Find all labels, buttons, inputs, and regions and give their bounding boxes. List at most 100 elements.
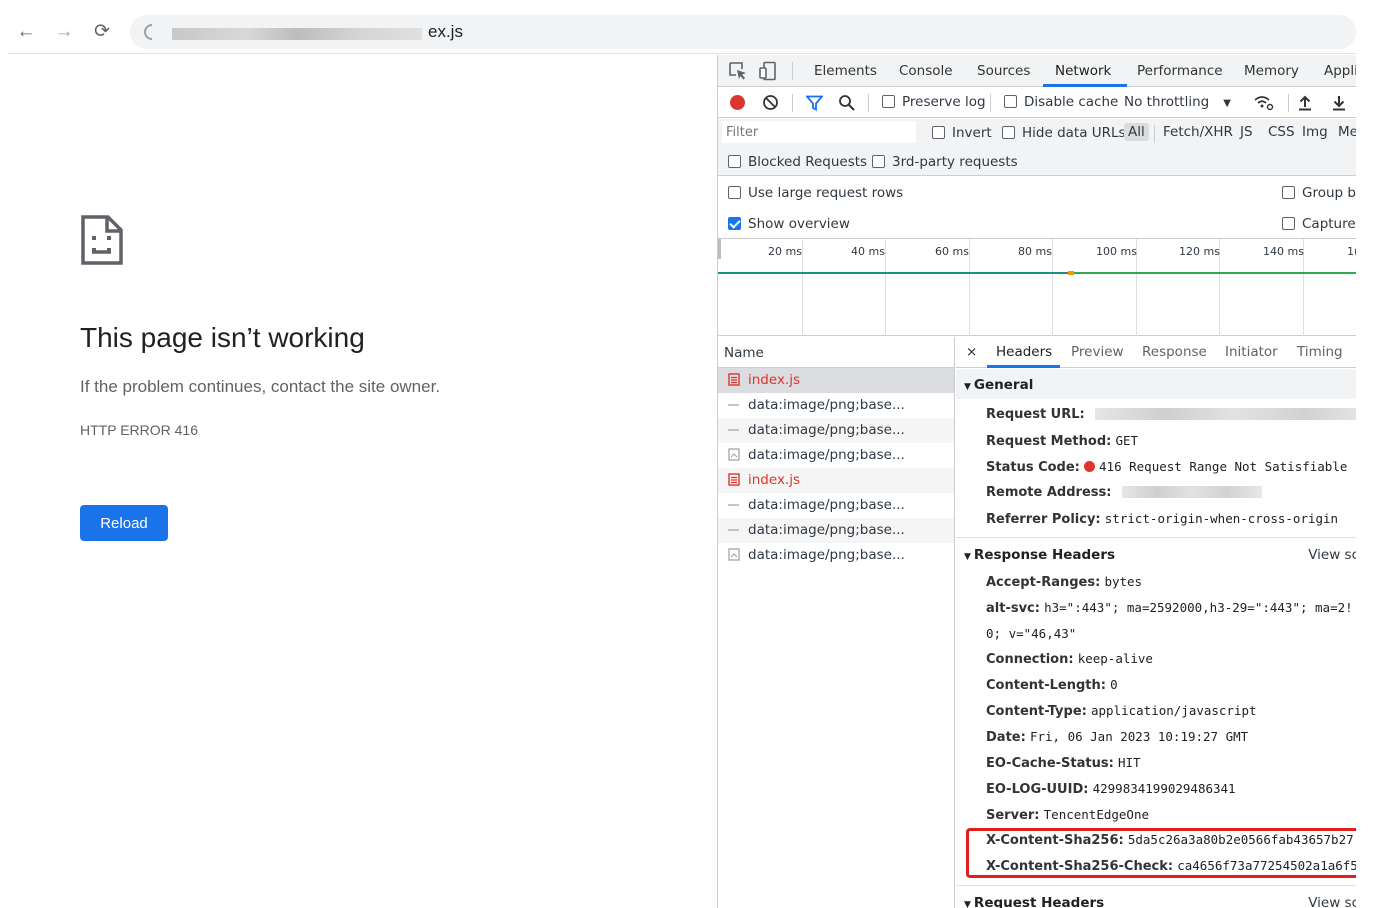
large-rows-checkbox[interactable]: Use large request rows	[728, 185, 903, 201]
error-message: If the problem continues, contact the si…	[80, 377, 441, 396]
site-info-icon[interactable]	[144, 24, 152, 40]
timeline-tick: 40 ms	[851, 245, 885, 258]
address-bar[interactable]: ex.js	[130, 15, 1356, 49]
export-har-icon[interactable]	[1332, 94, 1346, 111]
close-icon[interactable]: ×	[966, 344, 977, 360]
type-filter-img[interactable]: Img	[1298, 123, 1332, 141]
show-overview-checkbox[interactable]: Show overview	[728, 216, 850, 232]
inspect-element-icon[interactable]	[728, 61, 748, 81]
request-row[interactable]: index.js	[718, 468, 954, 493]
header-row: EO-LOG-UUID: 4299834199029486341	[986, 781, 1236, 797]
clear-icon[interactable]	[762, 94, 779, 111]
request-row[interactable]: data:image/png;base...	[718, 443, 954, 468]
view-source-link[interactable]: View sc	[1308, 547, 1356, 563]
header-row: Server: TencentEdgeOne	[986, 807, 1149, 823]
header-row: Date: Fri, 06 Jan 2023 10:19:27 GMT	[986, 729, 1249, 745]
invert-checkbox[interactable]: Invert	[932, 125, 992, 141]
header-row: Accept-Ranges: bytes	[986, 574, 1143, 590]
image-icon	[728, 423, 740, 436]
devtools-panel: Elements Console Sources Network Perform…	[717, 55, 1356, 908]
tab-application[interactable]: Appli	[1324, 63, 1356, 79]
request-headers-section-header[interactable]: ▼ Request Headers View sc	[956, 887, 1356, 908]
search-icon[interactable]	[838, 94, 855, 111]
script-error-icon	[728, 373, 740, 386]
request-row[interactable]: index.js	[718, 368, 954, 393]
image-icon	[728, 523, 740, 536]
url-text: ex.js	[428, 22, 463, 41]
header-row: Connection: keep-alive	[986, 651, 1153, 667]
tab-elements[interactable]: Elements	[814, 63, 877, 79]
tab-initiator[interactable]: Initiator	[1225, 344, 1278, 360]
tab-sources[interactable]: Sources	[977, 63, 1030, 79]
header-row: Content-Type: application/javascript	[986, 703, 1257, 719]
timeline-tick: 80 ms	[1018, 245, 1052, 258]
type-filter-fetch-xhr[interactable]: Fetch/XHR	[1159, 123, 1237, 141]
blocked-requests-checkbox[interactable]: Blocked Requests	[728, 154, 867, 170]
filter-input[interactable]	[722, 121, 916, 143]
document-icon	[728, 548, 740, 561]
response-headers-section-header[interactable]: ▼ Response Headers View sc	[956, 539, 1356, 569]
capture-screenshots-checkbox[interactable]: Capture	[1282, 216, 1356, 232]
request-row[interactable]: data:image/png;base...	[718, 493, 954, 518]
third-party-checkbox[interactable]: 3rd-party requests	[872, 154, 1018, 170]
tab-performance[interactable]: Performance	[1137, 63, 1223, 79]
tab-console[interactable]: Console	[899, 63, 953, 79]
timeline-bar	[718, 272, 1068, 274]
network-settings: Use large request rows Group by Show ove…	[718, 177, 1356, 239]
redacted-value	[1121, 486, 1262, 498]
name-column-header[interactable]: Name	[718, 337, 954, 368]
request-row[interactable]: data:image/png;base...	[718, 393, 954, 418]
triangle-down-icon: ▼	[964, 552, 971, 562]
status-error-icon	[1084, 461, 1096, 472]
throttling-select[interactable]: No throttling ▼	[1124, 94, 1231, 110]
tab-memory[interactable]: Memory	[1244, 63, 1299, 79]
timeline-tick: 20 ms	[768, 245, 802, 258]
error-title: This page isn’t working	[80, 322, 365, 353]
chevron-down-icon: ▼	[1223, 98, 1231, 109]
tab-headers[interactable]: Headers	[996, 344, 1052, 360]
active-tab-indicator	[987, 365, 1060, 368]
type-filter-css[interactable]: CSS	[1264, 123, 1299, 141]
reload-button[interactable]: Reload	[80, 505, 168, 541]
image-icon	[728, 398, 740, 411]
details-tab-bar: × Headers Preview Response Initiator Tim…	[956, 337, 1356, 368]
timeline-tick: 60 ms	[935, 245, 969, 258]
disable-cache-checkbox[interactable]: Disable cache	[1004, 94, 1118, 110]
triangle-down-icon: ▼	[964, 900, 971, 908]
hide-data-urls-checkbox[interactable]: Hide data URLs	[1002, 125, 1126, 141]
filter-icon[interactable]	[806, 95, 823, 111]
header-row: EO-Cache-Status: HIT	[986, 755, 1141, 771]
type-filter-js[interactable]: JS	[1236, 123, 1257, 141]
document-icon	[728, 448, 740, 461]
back-arrow-icon[interactable]: ←	[14, 20, 38, 44]
type-filter-all[interactable]: All	[1124, 123, 1149, 141]
timeline-tick: 140 ms	[1263, 245, 1304, 258]
request-row[interactable]: data:image/png;base...	[718, 418, 954, 443]
timeline-bar	[1074, 272, 1356, 274]
view-source-link[interactable]: View sc	[1308, 895, 1356, 908]
network-overview[interactable]: 20 ms 40 ms 60 ms 80 ms 100 ms 120 ms 14…	[718, 239, 1356, 336]
tab-timing[interactable]: Timing	[1297, 344, 1343, 360]
tab-network[interactable]: Network	[1055, 63, 1111, 79]
request-row[interactable]: data:image/png;base...	[718, 543, 954, 568]
record-icon[interactable]	[730, 95, 745, 110]
tab-response[interactable]: Response	[1142, 344, 1207, 360]
request-details: × Headers Preview Response Initiator Tim…	[956, 337, 1356, 908]
devtools-tab-bar: Elements Console Sources Network Perform…	[718, 55, 1356, 87]
filter-bar: Invert Hide data URLs All Fetch/XHR JS C…	[718, 119, 1356, 148]
timeline-tick: 120 ms	[1179, 245, 1220, 258]
header-row-continuation: 0; v="46,43"	[986, 626, 1077, 641]
network-conditions-icon[interactable]	[1254, 95, 1274, 111]
forward-arrow-icon[interactable]: →	[52, 20, 76, 44]
type-filter-media[interactable]: Me	[1334, 123, 1356, 141]
reload-icon[interactable]: ⟳	[90, 20, 114, 44]
tab-preview[interactable]: Preview	[1071, 344, 1124, 360]
preserve-log-checkbox[interactable]: Preserve log	[882, 94, 986, 110]
import-har-icon[interactable]	[1298, 94, 1312, 111]
header-row: alt-svc: h3=":443"; ma=2592000,h3-29=":4…	[986, 600, 1353, 616]
triangle-down-icon: ▼	[964, 382, 971, 392]
device-toolbar-icon[interactable]	[758, 61, 778, 81]
request-row[interactable]: data:image/png;base...	[718, 518, 954, 543]
general-section-header[interactable]: ▼ General	[956, 369, 1356, 399]
group-by-checkbox[interactable]: Group by	[1282, 185, 1356, 201]
